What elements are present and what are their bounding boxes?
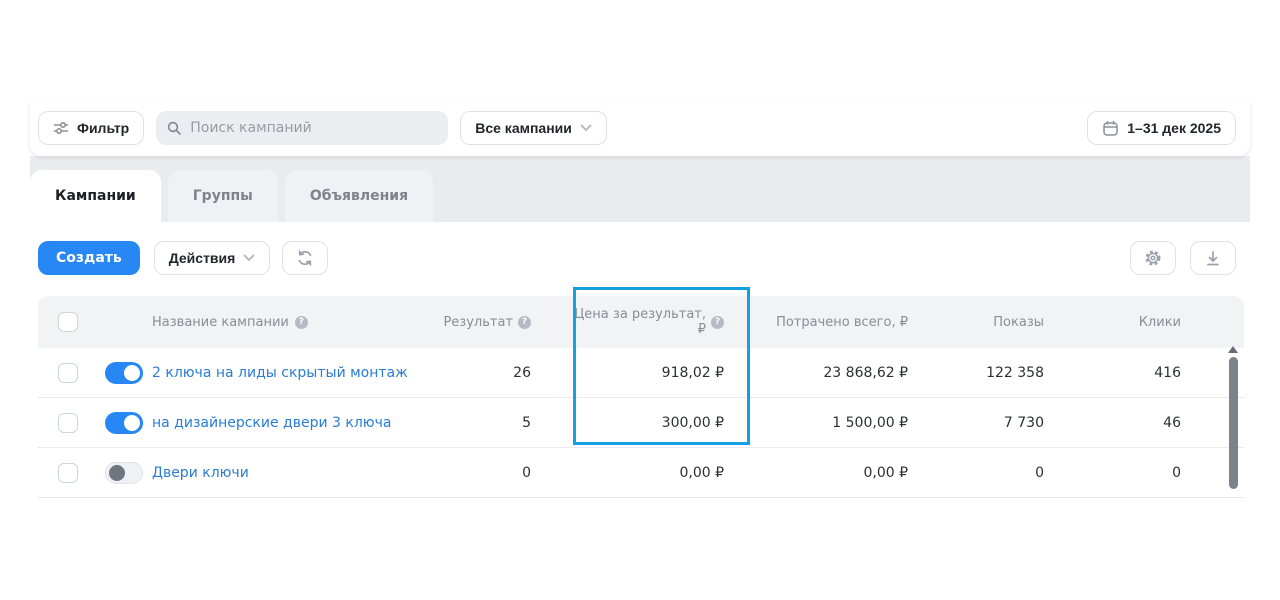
campaign-toggle[interactable] — [105, 462, 143, 484]
row-checkbox[interactable] — [58, 363, 78, 383]
cell-impressions: 0 — [954, 465, 1094, 481]
cell-spent-total: 1 500,00 ₽ — [769, 415, 954, 431]
header-campaign-name[interactable]: Название кампании ? — [148, 315, 449, 330]
actions-dropdown[interactable]: Действия — [154, 241, 271, 275]
table-row: Двери ключи 0 0,00 ₽ 0,00 ₽ 0 0 — [38, 448, 1244, 498]
tab-band: Кампании Группы Объявления — [30, 156, 1250, 222]
date-range-label: 1–31 дек 2025 — [1127, 120, 1221, 136]
cell-result: 5 — [449, 415, 564, 431]
help-icon[interactable]: ? — [711, 316, 724, 329]
scrollbar-thumb[interactable] — [1229, 357, 1238, 489]
help-icon[interactable]: ? — [295, 316, 308, 329]
header-result[interactable]: Результат ? — [449, 315, 564, 330]
calendar-icon — [1102, 120, 1119, 137]
campaign-toggle[interactable] — [105, 362, 143, 384]
chevron-down-icon — [580, 124, 592, 132]
gear-icon — [1143, 248, 1163, 268]
settings-button[interactable] — [1130, 241, 1176, 275]
table-row: 2 ключа на лиды скрытый монтаж 26 918,02… — [38, 348, 1244, 398]
campaign-name-link[interactable]: на дизайнерские двери 3 ключа — [152, 415, 391, 431]
chevron-down-icon — [243, 254, 255, 262]
export-download-button[interactable] — [1190, 241, 1236, 275]
campaigns-table: Название кампании ? Результат ? Цена за … — [38, 296, 1244, 498]
cell-clicks: 0 — [1094, 465, 1244, 481]
campaign-toggle[interactable] — [105, 412, 143, 434]
cell-cost-per-result: 300,00 ₽ — [564, 415, 769, 431]
cell-spent-total: 0,00 ₽ — [769, 465, 954, 481]
search-input[interactable] — [190, 120, 438, 136]
date-range-button[interactable]: 1–31 дек 2025 — [1087, 111, 1236, 145]
campaigns-page: Фильтр Все кампании — [0, 0, 1280, 600]
cell-clicks: 46 — [1094, 415, 1244, 431]
select-all-checkbox[interactable] — [58, 312, 78, 332]
cell-impressions: 122 358 — [954, 365, 1094, 381]
scroll-up-icon[interactable] — [1228, 346, 1238, 353]
toolbar: Создать Действия — [30, 240, 1250, 276]
refresh-icon — [296, 249, 314, 267]
row-checkbox[interactable] — [58, 413, 78, 433]
header-spent-total[interactable]: Потрачено всего, ₽ — [769, 315, 954, 330]
header-cost-per-result[interactable]: Цена за результат, ₽ ? — [564, 307, 769, 337]
sliders-icon — [53, 120, 69, 136]
cell-cost-per-result: 0,00 ₽ — [564, 465, 769, 481]
table-row: на дизайнерские двери 3 ключа 5 300,00 ₽… — [38, 398, 1244, 448]
tab-ads[interactable]: Объявления — [285, 170, 433, 222]
table-scrollbar[interactable] — [1227, 346, 1239, 497]
search-icon — [166, 120, 182, 136]
campaign-name-link[interactable]: 2 ключа на лиды скрытый монтаж — [152, 365, 408, 381]
header-impressions[interactable]: Показы — [954, 315, 1094, 330]
filter-bar: Фильтр Все кампании — [30, 100, 1250, 156]
tab-campaigns[interactable]: Кампании — [30, 170, 161, 222]
tab-groups[interactable]: Группы — [168, 170, 278, 222]
filter-button-label: Фильтр — [77, 120, 129, 136]
help-icon[interactable]: ? — [518, 316, 531, 329]
create-button[interactable]: Создать — [38, 241, 140, 275]
search-box — [156, 111, 448, 145]
row-checkbox[interactable] — [58, 463, 78, 483]
table-header-row: Название кампании ? Результат ? Цена за … — [38, 296, 1244, 348]
cell-impressions: 7 730 — [954, 415, 1094, 431]
actions-label: Действия — [169, 250, 236, 266]
cell-result: 0 — [449, 465, 564, 481]
campaign-name-link[interactable]: Двери ключи — [152, 465, 249, 481]
cell-clicks: 416 — [1094, 365, 1244, 381]
campaign-scope-dropdown[interactable]: Все кампании — [460, 111, 607, 145]
filter-button[interactable]: Фильтр — [38, 111, 144, 145]
download-icon — [1205, 250, 1221, 267]
cell-cost-per-result: 918,02 ₽ — [564, 365, 769, 381]
cell-result: 26 — [449, 365, 564, 381]
campaign-scope-label: Все кампании — [475, 120, 572, 136]
header-clicks[interactable]: Клики — [1094, 315, 1244, 330]
cell-spent-total: 23 868,62 ₽ — [769, 365, 954, 381]
refresh-button[interactable] — [282, 241, 328, 275]
